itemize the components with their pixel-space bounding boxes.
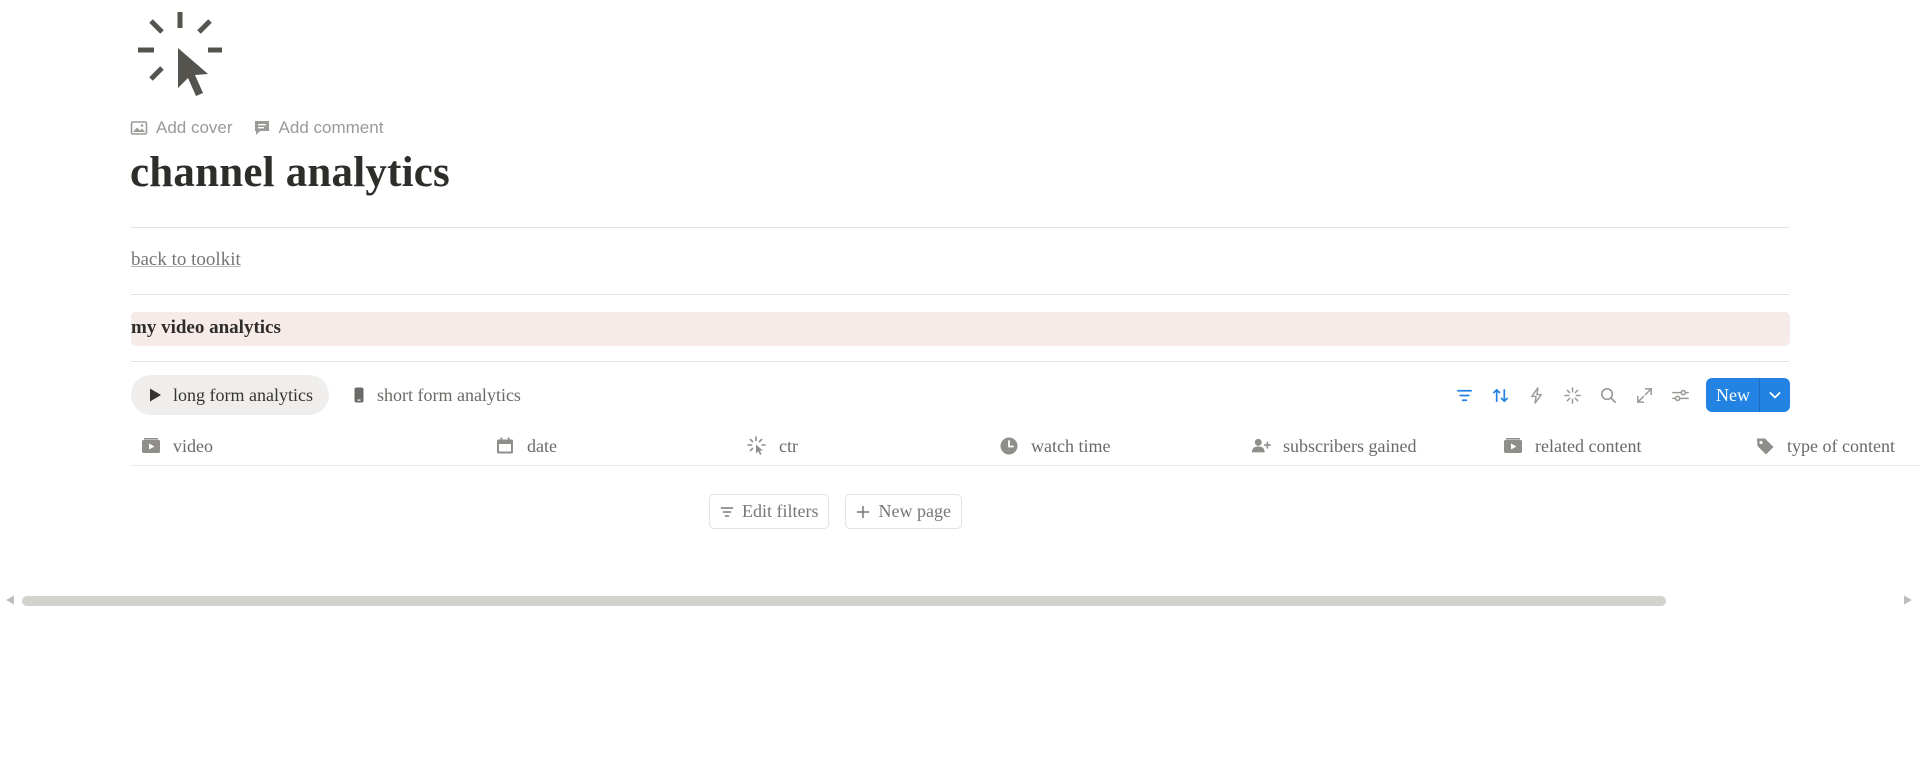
database-toolbar: New xyxy=(1446,378,1790,412)
sparkle-icon xyxy=(1563,386,1581,404)
table-header: video date ctr watch time subscribers ga… xyxy=(131,427,1920,466)
filter-icon xyxy=(1456,389,1472,401)
filter-icon xyxy=(720,506,734,517)
lightning-icon xyxy=(1530,386,1542,404)
column-label: subscribers gained xyxy=(1283,435,1417,456)
filter-button[interactable] xyxy=(1446,378,1482,412)
video-icon xyxy=(142,438,160,453)
tab-label: short form analytics xyxy=(376,384,521,405)
new-page-label: New page xyxy=(878,501,951,521)
scroll-right-arrow-icon[interactable] xyxy=(1902,594,1914,606)
empty-table-actions: Edit filters New page xyxy=(709,494,962,529)
comment-icon xyxy=(254,121,269,135)
add-cover-button[interactable]: Add cover xyxy=(130,118,233,138)
column-label: date xyxy=(527,435,557,456)
column-label: type of content xyxy=(1787,435,1895,456)
column-header-related-content[interactable]: related content xyxy=(1503,427,1641,465)
sort-icon xyxy=(1492,388,1508,402)
column-label: video xyxy=(173,435,213,456)
ai-button[interactable] xyxy=(1554,378,1590,412)
cursor-click-icon xyxy=(138,12,222,96)
page-icon[interactable] xyxy=(136,8,226,98)
plus-icon xyxy=(857,505,870,518)
column-label: watch time xyxy=(1031,435,1111,456)
scroll-left-arrow-icon[interactable] xyxy=(4,594,16,606)
scrollbar-thumb[interactable] xyxy=(22,596,1666,606)
cursor-click-icon xyxy=(747,436,766,455)
tab-short-form-analytics[interactable]: short form analytics xyxy=(335,375,537,415)
database-view-bar: long form analytics short form analytics xyxy=(131,375,1790,415)
chevron-down-icon xyxy=(1769,392,1781,399)
column-header-subscribers-gained[interactable]: subscribers gained xyxy=(1251,427,1416,465)
column-header-video[interactable]: video xyxy=(141,427,213,465)
tab-label: long form analytics xyxy=(173,384,313,405)
clock-icon xyxy=(1000,437,1018,455)
expand-icon xyxy=(1636,387,1652,403)
automation-button[interactable] xyxy=(1518,378,1554,412)
phone-icon xyxy=(354,387,364,403)
new-button-group: New xyxy=(1706,378,1790,412)
divider xyxy=(131,227,1789,228)
callout-block[interactable]: my video analytics xyxy=(131,312,1790,346)
settings-sliders-icon xyxy=(1671,389,1689,401)
tab-long-form-analytics[interactable]: long form analytics xyxy=(131,375,329,415)
video-icon xyxy=(1504,438,1522,453)
new-page-button[interactable]: New page xyxy=(845,494,962,529)
calendar-icon xyxy=(497,437,513,454)
column-header-ctr[interactable]: ctr xyxy=(747,427,798,465)
play-icon xyxy=(150,388,161,402)
column-header-date[interactable]: date xyxy=(495,427,557,465)
add-cover-label: Add cover xyxy=(156,118,233,137)
sort-button[interactable] xyxy=(1482,378,1518,412)
view-settings-button[interactable] xyxy=(1662,378,1698,412)
column-header-type-of-content[interactable]: type of content xyxy=(1755,427,1895,465)
add-comment-label: Add comment xyxy=(278,118,384,137)
edit-filters-button[interactable]: Edit filters xyxy=(709,494,830,529)
page-actions: Add cover Add comment xyxy=(130,118,383,138)
add-comment-button[interactable]: Add comment xyxy=(253,118,384,138)
edit-filters-label: Edit filters xyxy=(742,501,819,521)
search-icon xyxy=(1600,387,1616,403)
callout-text: my video analytics xyxy=(131,317,281,338)
column-header-watch-time[interactable]: watch time xyxy=(999,427,1110,465)
column-label: related content xyxy=(1535,435,1642,456)
search-button[interactable] xyxy=(1590,378,1626,412)
column-label: ctr xyxy=(779,435,798,456)
page-title[interactable]: channel analytics xyxy=(130,148,450,197)
new-button[interactable]: New xyxy=(1706,378,1760,412)
expand-button[interactable] xyxy=(1626,378,1662,412)
divider xyxy=(131,294,1789,295)
image-icon xyxy=(130,121,148,135)
horizontal-scrollbar[interactable] xyxy=(0,592,1920,608)
divider xyxy=(131,361,1789,362)
add-person-icon xyxy=(1251,438,1271,453)
tag-icon xyxy=(1757,438,1774,455)
back-to-toolkit-link[interactable]: back to toolkit xyxy=(131,249,241,271)
new-dropdown-button[interactable] xyxy=(1760,378,1790,412)
